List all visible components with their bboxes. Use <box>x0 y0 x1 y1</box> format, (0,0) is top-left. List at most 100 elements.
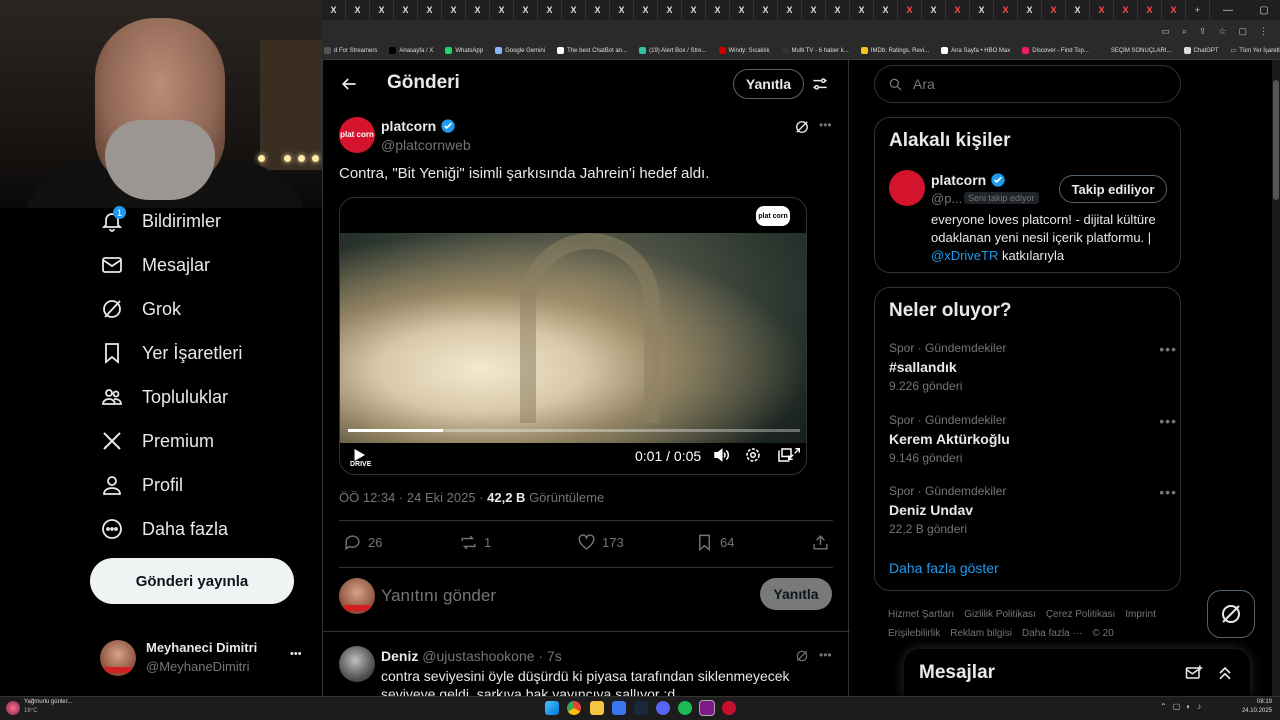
like-action[interactable]: 173 <box>577 533 624 552</box>
grok-explain-button[interactable] <box>793 118 811 141</box>
browser-tab[interactable]: X <box>754 0 778 20</box>
footer-link[interactable]: Erişilebilirlik <box>888 628 940 639</box>
reply-author-avatar[interactable] <box>339 646 375 682</box>
back-button[interactable] <box>339 74 359 99</box>
browser-tab[interactable]: X <box>898 0 922 20</box>
browser-tab[interactable]: X <box>658 0 682 20</box>
discord-icon[interactable] <box>656 701 670 715</box>
nav-bookmarks[interactable]: Yer İşaretleri <box>100 335 242 371</box>
browser-tab[interactable]: X <box>1162 0 1186 20</box>
all-bookmarks-folder[interactable]: ▭Tüm Yer İşaretleri <box>1231 47 1280 55</box>
app-icon[interactable] <box>722 701 736 715</box>
share-icon[interactable]: ⇪ <box>1199 26 1207 37</box>
relevant-avatar[interactable] <box>889 170 925 206</box>
app-icon[interactable] <box>612 701 626 715</box>
browser-tab[interactable]: X <box>1018 0 1042 20</box>
browser-tab[interactable]: X <box>322 0 346 20</box>
browser-tab[interactable]: X <box>610 0 634 20</box>
browser-tab[interactable]: X <box>1090 0 1114 20</box>
browser-tab[interactable]: X <box>946 0 970 20</box>
nav-grok[interactable]: Grok <box>100 291 181 327</box>
browser-tab[interactable]: X <box>514 0 538 20</box>
bookmark-item[interactable]: WhatsApp <box>445 47 483 54</box>
browser-tab[interactable]: X <box>802 0 826 20</box>
relevant-name-row[interactable]: platcorn <box>931 172 1006 188</box>
scrollbar-thumb[interactable] <box>1273 80 1279 200</box>
chrome-icon[interactable] <box>567 701 581 715</box>
browser-tab[interactable]: X <box>1066 0 1090 20</box>
volume-button[interactable] <box>712 446 730 469</box>
browser-tab[interactable]: X <box>970 0 994 20</box>
extensions-icon[interactable]: ▢ <box>1238 26 1247 37</box>
reply-time[interactable]: · 7s <box>535 648 561 664</box>
reply-input[interactable] <box>381 582 721 610</box>
browser-tab[interactable]: X <box>634 0 658 20</box>
bookmark-item[interactable]: IMDb: Ratings, Revi... <box>860 47 929 54</box>
system-tray-icons[interactable]: ⌃▢◐♪ <box>1160 702 1207 711</box>
browser-tab[interactable]: X <box>1114 0 1138 20</box>
clock-time[interactable]: 08:19 <box>1242 699 1272 705</box>
author-avatar[interactable]: plat corn <box>339 117 375 153</box>
zoom-icon[interactable]: ⌕ <box>1182 26 1187 37</box>
browser-tab[interactable]: X <box>850 0 874 20</box>
clock-date[interactable]: 24.10.2025 <box>1236 708 1272 714</box>
author-name-row[interactable]: platcorn <box>381 118 456 134</box>
browser-tab[interactable]: X <box>826 0 850 20</box>
footer-link[interactable]: Imprint <box>1125 609 1156 620</box>
nav-communities[interactable]: Topluluklar <box>100 379 228 415</box>
nav-messages[interactable]: Mesajlar <box>100 247 210 283</box>
bookmark-item[interactable]: Multi TV - 6 haber k... <box>781 47 849 54</box>
share-action[interactable] <box>811 533 830 552</box>
bookmark-item[interactable]: Ana Sayfa • HBO Max <box>941 47 1010 54</box>
page-scrollbar[interactable] <box>1272 60 1280 696</box>
video-settings-button[interactable] <box>744 446 762 469</box>
bookmark-item[interactable]: Windy: Sıcaklık <box>718 47 770 54</box>
steam-icon[interactable] <box>634 701 648 715</box>
following-button[interactable]: Takip ediliyor <box>1059 175 1167 203</box>
reply-action[interactable]: 26 <box>343 533 382 552</box>
spotify-icon[interactable] <box>678 701 692 715</box>
browser-tab[interactable]: X <box>586 0 610 20</box>
account-switcher[interactable]: Meyhaneci Dimitri @MeyhaneDimitri ••• <box>100 636 310 680</box>
bookmark-item[interactable]: Discover - Find Top... <box>1022 47 1089 54</box>
reply-submit-button[interactable]: Yanıtla <box>760 578 832 610</box>
reply-author-name[interactable]: Deniz <box>381 648 418 664</box>
maximize-button[interactable]: ▢ <box>1246 5 1280 16</box>
browser-tab[interactable]: X <box>1042 0 1066 20</box>
reply-settings-button[interactable] <box>810 74 830 99</box>
browser-tab[interactable]: X <box>418 0 442 20</box>
bookmark-item[interactable]: ChatGPT <box>1183 47 1219 54</box>
trend-item[interactable]: Spor · Gündemdekiler #sallandık 9.226 gö… <box>889 341 1176 393</box>
nav-premium[interactable]: Premium <box>100 423 214 459</box>
bookmark-item[interactable]: (19) Alert Box / Stre... <box>639 47 707 54</box>
reply-more-icon[interactable]: ••• <box>819 648 832 662</box>
footer-link[interactable]: Çerez Politikası <box>1046 609 1115 620</box>
nav-more[interactable]: Daha fazla <box>100 511 228 547</box>
footer-link[interactable]: Daha fazla ··· <box>1022 628 1083 639</box>
trend-more-icon[interactable]: ••• <box>1159 484 1177 500</box>
reply-header-button[interactable]: Yanıtla <box>733 69 804 99</box>
grok-floating-button[interactable] <box>1207 590 1255 638</box>
trend-item[interactable]: Spor · Gündemdekiler Deniz Undav 22,2 B … <box>889 484 1176 536</box>
browser-tab[interactable]: X <box>1138 0 1162 20</box>
relevant-handle[interactable]: @p... <box>931 191 962 206</box>
trend-more-icon[interactable]: ••• <box>1159 413 1177 429</box>
browser-tab[interactable]: X <box>874 0 898 20</box>
browser-tab[interactable]: X <box>346 0 370 20</box>
nav-profile[interactable]: Profil <box>100 467 183 503</box>
bookmark-item[interactable]: Google Gemini <box>495 47 545 54</box>
new-tab-button[interactable]: + <box>1186 0 1210 20</box>
reply-author-handle[interactable]: @ujustashookone <box>422 648 534 664</box>
trend-more-icon[interactable]: ••• <box>1159 341 1177 357</box>
weather-title[interactable]: Yağmurlu günler... <box>24 699 72 705</box>
browser-tab[interactable]: X <box>466 0 490 20</box>
browser-tab[interactable]: X <box>778 0 802 20</box>
browser-tab[interactable]: X <box>442 0 466 20</box>
browser-tab[interactable]: X <box>730 0 754 20</box>
cast-icon[interactable]: ▭ <box>1161 26 1170 37</box>
minimize-button[interactable]: — <box>1210 5 1246 16</box>
account-more-icon[interactable]: ••• <box>290 648 302 660</box>
video-progress-bar[interactable] <box>348 429 800 432</box>
browser-tab[interactable]: X <box>538 0 562 20</box>
bio-mention-link[interactable]: @xDriveTR <box>931 248 998 263</box>
